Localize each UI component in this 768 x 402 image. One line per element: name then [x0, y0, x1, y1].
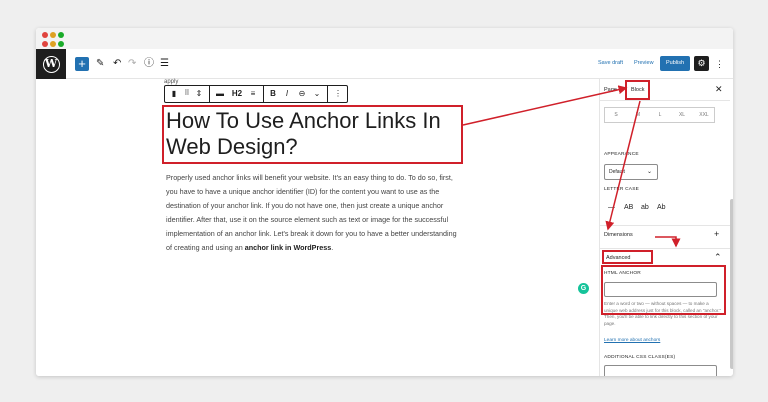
heading-level-button[interactable]: H2: [229, 86, 245, 102]
grammarly-icon[interactable]: G: [578, 283, 589, 294]
bookmark-icon[interactable]: ▮: [168, 86, 180, 102]
move-up-down-icon[interactable]: ⇕: [193, 86, 205, 102]
editor-canvas: apply ▮ ⠿ ⇕ ▬ H2 ≡ B I ⊖ ⌄ ⋮ How To Use …: [36, 79, 592, 376]
heading-block-icon[interactable]: ▬: [213, 86, 227, 102]
tab-page[interactable]: Page: [604, 87, 617, 93]
browser-window: W + ✎ ↶ ↷ ⓘ ☰ Save draft Preview Publish…: [36, 28, 733, 376]
redo-icon[interactable]: ↷: [128, 57, 136, 71]
link-icon[interactable]: ⊖: [295, 86, 309, 102]
pen-icon[interactable]: ✎: [96, 57, 104, 71]
close-dot[interactable]: [42, 32, 48, 38]
minimize-dot[interactable]: [50, 32, 56, 38]
editor-top-bar: W + ✎ ↶ ↷ ⓘ ☰ Save draft Preview Publish…: [36, 49, 733, 79]
learn-more-link[interactable]: Learn more about anchors: [604, 338, 660, 343]
advanced-highlight-box: [602, 250, 653, 264]
sidebar-scrollbar[interactable]: [730, 199, 733, 369]
appearance-value: Default: [609, 169, 625, 175]
maximize-dot-2: [58, 41, 64, 47]
chevron-up-icon[interactable]: ⌃: [714, 252, 722, 263]
case-none[interactable]: —: [608, 204, 615, 211]
block-toolbar: ▮ ⠿ ⇕ ▬ H2 ≡ B I ⊖ ⌄ ⋮: [164, 85, 348, 103]
plus-icon[interactable]: +: [714, 229, 719, 239]
add-block-button[interactable]: +: [75, 57, 89, 71]
title-bar: [36, 28, 733, 49]
undo-icon[interactable]: ↶: [113, 57, 121, 71]
drag-handle-icon[interactable]: ⠿: [181, 86, 193, 102]
case-capitalize[interactable]: Ab: [657, 204, 666, 211]
save-draft-button[interactable]: Save draft: [598, 60, 623, 66]
close-dot-2: [42, 41, 48, 47]
css-class-label: ADDITIONAL CSS CLASS(ES): [604, 355, 676, 360]
html-anchor-help: Enter a word or two — without spaces — t…: [604, 301, 722, 326]
paragraph-end: .: [331, 243, 334, 252]
font-size-picker: S M L XL XXL: [604, 107, 715, 123]
size-xl[interactable]: XL: [671, 108, 693, 122]
settings-gear-icon[interactable]: ⚙: [694, 56, 709, 71]
info-icon[interactable]: ⓘ: [144, 57, 154, 71]
more-formats-chevron-icon[interactable]: ⌄: [311, 86, 323, 102]
css-class-input[interactable]: [604, 365, 717, 376]
size-xxl[interactable]: XXL: [693, 108, 715, 122]
italic-icon[interactable]: I: [281, 86, 293, 102]
close-icon[interactable]: ✕: [715, 84, 723, 95]
post-heading[interactable]: How To Use Anchor Links In Web Design?: [166, 108, 466, 160]
html-anchor-input[interactable]: [604, 282, 717, 297]
case-lower[interactable]: ab: [641, 204, 649, 211]
bold-icon[interactable]: B: [267, 86, 279, 102]
block-options-icon[interactable]: ⋮: [331, 86, 345, 102]
paragraph-text: Properly used anchor links will benefit …: [166, 173, 457, 252]
wordpress-logo-icon[interactable]: W: [36, 49, 66, 79]
block-tab-highlight: [625, 80, 650, 100]
size-l[interactable]: L: [649, 108, 671, 122]
maximize-dot[interactable]: [58, 32, 64, 38]
paragraph-bold-text: anchor link in WordPress: [244, 243, 332, 252]
appearance-select[interactable]: Default ⌄: [604, 164, 658, 180]
settings-sidebar: Page Block ✕ S M L XL XXL APPEARANCE Def…: [599, 79, 733, 376]
dimensions-panel-toggle[interactable]: Dimensions: [604, 232, 633, 238]
more-options-icon[interactable]: ⋮: [715, 57, 724, 71]
publish-button[interactable]: Publish: [660, 56, 690, 71]
size-s[interactable]: S: [605, 108, 627, 122]
preview-button[interactable]: Preview: [634, 60, 654, 66]
case-upper[interactable]: AB: [624, 204, 633, 211]
html-anchor-label: HTML ANCHOR: [604, 271, 641, 276]
align-icon[interactable]: ≡: [247, 86, 259, 102]
post-paragraph[interactable]: Properly used anchor links will benefit …: [166, 171, 462, 255]
letter-case-label: LETTER CASE: [604, 187, 639, 192]
chevron-down-icon: ⌄: [646, 169, 652, 175]
list-view-icon[interactable]: ☰: [160, 57, 169, 71]
size-m[interactable]: M: [627, 108, 649, 122]
appearance-label: APPEARANCE: [604, 152, 639, 157]
minimize-dot-2: [50, 41, 56, 47]
